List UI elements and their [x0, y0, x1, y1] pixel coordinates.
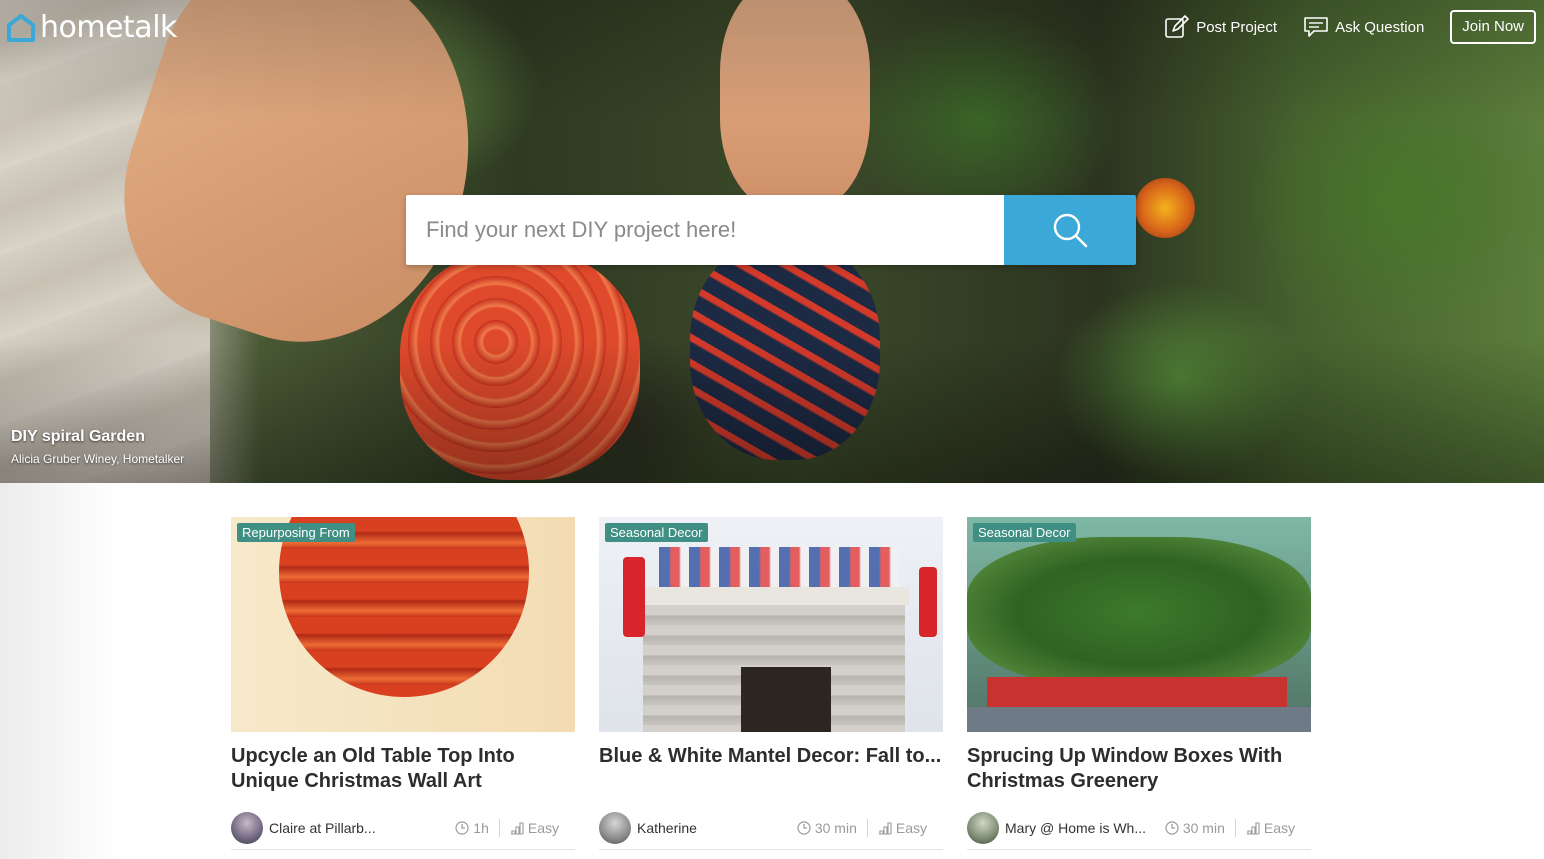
card-image-art: [967, 707, 1311, 732]
card-title[interactable]: Blue & White Mantel Decor: Fall to...: [599, 744, 943, 794]
card-image[interactable]: Repurposing From: [231, 517, 575, 732]
time-label: 30 min: [814, 820, 857, 836]
left-gradient-strip: [0, 483, 120, 859]
time-label: 1h: [473, 820, 489, 836]
divider: [1234, 819, 1236, 837]
author-name[interactable]: Katherine: [637, 820, 797, 836]
difficulty: Easy: [1246, 820, 1295, 836]
logo-text: hometalk: [40, 10, 177, 45]
difficulty-bars-icon: [510, 822, 524, 835]
search-button[interactable]: [1004, 195, 1136, 265]
difficulty-bars-icon: [878, 822, 892, 835]
difficulty-label: Easy: [1263, 820, 1295, 836]
search-bar: [406, 195, 1136, 265]
search-icon: [1053, 213, 1088, 248]
card-image-art: [741, 667, 831, 732]
time-label: 30 min: [1182, 820, 1225, 836]
card-meta: Claire at Pillarb... 1h Easy: [231, 811, 575, 850]
divider: [866, 819, 868, 837]
author-name[interactable]: Mary @ Home is Wh...: [1005, 820, 1165, 836]
ask-question-link[interactable]: Ask Question: [1303, 10, 1424, 44]
card-image[interactable]: Seasonal Decor: [967, 517, 1311, 732]
clock-icon: [455, 821, 469, 835]
avatar[interactable]: [599, 812, 631, 844]
category-badge[interactable]: Seasonal Decor: [605, 523, 708, 542]
card-image-art: [919, 567, 937, 637]
card-image-art: [623, 557, 645, 637]
clock-icon: [797, 821, 811, 835]
pencil-note-icon: [1165, 15, 1190, 38]
time-estimate: 1h: [455, 820, 489, 836]
category-badge[interactable]: Repurposing From: [237, 523, 355, 542]
hero-caption[interactable]: DIY spiral Garden Alicia Gruber Winey, H…: [11, 428, 184, 466]
project-card[interactable]: Seasonal Decor Blue & White Mantel Decor…: [599, 517, 943, 850]
top-nav: Post Project Ask Question Join Now: [1164, 10, 1536, 44]
category-badge[interactable]: Seasonal Decor: [973, 523, 1076, 542]
difficulty-label: Easy: [895, 820, 927, 836]
time-estimate: 30 min: [797, 820, 857, 836]
card-image[interactable]: Seasonal Decor: [599, 517, 943, 732]
avatar[interactable]: [967, 812, 999, 844]
join-now-button[interactable]: Join Now: [1450, 10, 1536, 44]
card-meta: Katherine 30 min Easy: [599, 811, 943, 850]
clock-icon: [1165, 821, 1179, 835]
card-image-art: [659, 547, 899, 587]
card-image-art: [639, 587, 909, 605]
difficulty-label: Easy: [527, 820, 559, 836]
card-title[interactable]: Sprucing Up Window Boxes With Christmas …: [967, 744, 1311, 794]
card-image-art: [279, 517, 529, 697]
search-input[interactable]: [406, 195, 1004, 265]
post-project-link[interactable]: Post Project: [1164, 10, 1277, 44]
project-card[interactable]: Seasonal Decor Sprucing Up Window Boxes …: [967, 517, 1311, 850]
card-meta: Mary @ Home is Wh... 30 min Easy: [967, 811, 1311, 850]
card-image-art: [967, 537, 1311, 687]
project-card-list: Repurposing From Upcycle an Old Table To…: [231, 517, 1311, 850]
project-card[interactable]: Repurposing From Upcycle an Old Table To…: [231, 517, 575, 850]
author-name[interactable]: Claire at Pillarb...: [269, 820, 455, 836]
card-title[interactable]: Upcycle an Old Table Top Into Unique Chr…: [231, 744, 575, 794]
difficulty: Easy: [510, 820, 559, 836]
logo[interactable]: hometalk: [6, 10, 177, 45]
ask-question-label: Ask Question: [1335, 18, 1425, 36]
avatar[interactable]: [231, 812, 263, 844]
post-project-label: Post Project: [1196, 18, 1278, 36]
hero-author: Alicia Gruber Winey, Hometalker: [11, 452, 185, 466]
card-image-art: [987, 677, 1287, 707]
house-icon: [7, 13, 35, 42]
difficulty-bars-icon: [1246, 822, 1260, 835]
time-estimate: 30 min: [1165, 820, 1225, 836]
hero-title: DIY spiral Garden: [11, 428, 145, 445]
divider: [498, 819, 500, 837]
difficulty: Easy: [878, 820, 927, 836]
speech-bubble-icon: [1304, 17, 1328, 37]
